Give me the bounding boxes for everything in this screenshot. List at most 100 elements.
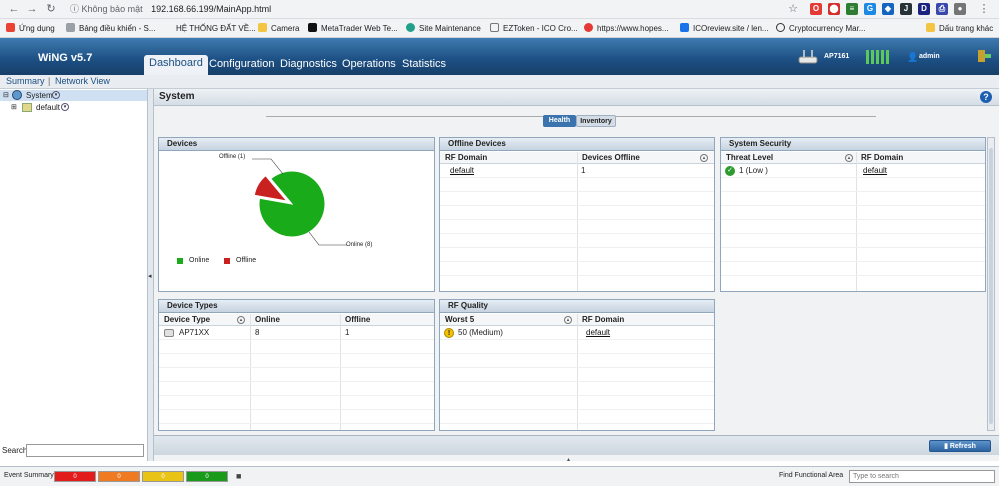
access-point-icon (164, 329, 174, 337)
bookmark-folder[interactable]: Camera (258, 22, 299, 35)
expand-up-icon[interactable]: ▴ (567, 456, 570, 463)
bookmark-item[interactable]: EZToken - ICO Cro... (490, 22, 578, 35)
event-count-critical[interactable]: 0 (54, 471, 96, 482)
column-header[interactable]: RF Domain (577, 314, 714, 326)
dropdown-icon[interactable]: ▾ (52, 91, 60, 99)
folder-icon (926, 23, 935, 32)
translate-icon[interactable]: G (864, 3, 876, 15)
signal-bars-icon (866, 50, 889, 64)
column-header[interactable]: RF Domain (856, 152, 985, 164)
bookmark-item[interactable]: Bảng điều khiển - S... (66, 22, 156, 35)
devices-panel: Devices Offline (1) Online (8) Online Of… (158, 137, 435, 292)
find-area-input[interactable] (849, 470, 995, 483)
extension-icon[interactable]: ≡ (846, 3, 858, 15)
sort-icon[interactable]: ▴ (845, 154, 853, 162)
table-cell-link[interactable]: default (450, 165, 474, 177)
help-icon[interactable]: ? (980, 91, 992, 103)
bookmark-item[interactable]: https://www.hopes... (584, 22, 669, 35)
device-name: AP7161 (824, 53, 850, 60)
more-icon[interactable]: ⋮ (978, 3, 990, 15)
table-row (159, 355, 434, 368)
panel-title: Offline Devices (440, 138, 714, 151)
bookmark-folder[interactable]: Dấu trang khác (926, 22, 993, 35)
bookmark-item[interactable]: MetaTrader Web Te... (308, 22, 398, 35)
collapse-arrow-icon[interactable]: ◂ (148, 272, 152, 280)
tab-network-view[interactable]: Network View (55, 75, 110, 88)
table-row (159, 383, 434, 396)
camera-icon[interactable]: ■ (236, 471, 241, 481)
scrollbar[interactable] (987, 137, 995, 431)
extension-icon[interactable]: ⬤ (828, 3, 840, 15)
sort-icon[interactable]: ▴ (700, 154, 708, 162)
star-icon[interactable]: ☆ (787, 3, 799, 15)
table-row[interactable]: ✓ 1 (Low ) default (721, 165, 985, 178)
extension-icon[interactable]: D (918, 3, 930, 15)
forward-icon[interactable]: → (26, 3, 38, 15)
extension-icon[interactable]: ⎙ (936, 3, 948, 15)
menu-statistics[interactable]: Statistics (397, 56, 451, 75)
event-count-error[interactable]: 0 (98, 471, 140, 482)
page-title: System (159, 91, 195, 102)
table-row (440, 207, 714, 220)
search-label: Search (2, 446, 28, 455)
tree-search-input[interactable] (26, 444, 144, 457)
table-row[interactable]: AP71XX 8 1 (159, 327, 434, 340)
logout-icon[interactable] (976, 48, 992, 64)
event-count-warning[interactable]: 0 (142, 471, 184, 482)
pie-label-online: Online (8) (346, 242, 373, 248)
profile-icon[interactable]: ● (954, 3, 966, 15)
sort-icon[interactable]: ▴ (564, 316, 572, 324)
scrollbar-thumb[interactable] (989, 148, 993, 424)
address-bar[interactable]: ⓘ Không bảo mật 192.168.66.199/MainApp.h… (70, 3, 271, 15)
pie-label-offline: Offline (1) (219, 154, 246, 160)
tab-summary[interactable]: Summary (6, 75, 45, 88)
access-point-icon (798, 50, 818, 64)
devices-pie-chart (252, 158, 347, 246)
user-icon: 👤 (907, 52, 919, 62)
table-row (159, 341, 434, 354)
column-header[interactable]: Worst 5 (440, 314, 577, 326)
menu-diagnostics[interactable]: Diagnostics (275, 56, 342, 75)
tree-item-system[interactable]: ⊟ System ▾ (0, 90, 147, 101)
site-icon (406, 23, 415, 32)
column-header[interactable]: Online (250, 314, 340, 326)
column-header[interactable]: Offline (340, 314, 434, 326)
tab-inventory[interactable]: Inventory (576, 115, 616, 127)
table-row (159, 369, 434, 382)
menu-operations[interactable]: Operations (337, 56, 401, 75)
bookmark-item[interactable]: Cryptocurrency Mar... (776, 22, 865, 35)
table-cell-link[interactable]: default (863, 165, 887, 177)
bookmark-item[interactable]: HỆ THỐNG ĐẤT VỀ... (176, 22, 256, 35)
find-area-label: Find Functional Area (779, 472, 844, 479)
extension-icon[interactable]: J (900, 3, 912, 15)
event-count-info[interactable]: 0 (186, 471, 228, 482)
reload-icon[interactable]: ↻ (45, 3, 57, 15)
table-cell-link[interactable]: default (586, 327, 610, 339)
bookmark-item[interactable]: ICOreview.site / len... (680, 22, 769, 35)
extension-icon[interactable]: ◆ (882, 3, 894, 15)
tab-health[interactable]: Health (543, 115, 576, 127)
table-cell: 1 (581, 166, 586, 175)
menu-dashboard[interactable]: Dashboard (144, 55, 208, 75)
dropdown-icon[interactable]: ▾ (61, 103, 69, 111)
sort-icon[interactable]: ▴ (237, 316, 245, 324)
tree-item-default[interactable]: ⊞ default ▾ (0, 102, 147, 113)
bookmark-item[interactable]: Site Maintenance (406, 22, 481, 35)
user-name[interactable]: admin (919, 53, 940, 60)
extension-icon[interactable]: O (810, 3, 822, 15)
table-row (721, 179, 985, 192)
column-header[interactable]: Threat Level (721, 152, 856, 164)
back-icon[interactable]: ← (8, 3, 20, 15)
browser-toolbar: ← → ↻ ⓘ Không bảo mật 192.168.66.199/Mai… (0, 0, 999, 19)
refresh-button[interactable]: ▮ Refresh (929, 440, 991, 452)
table-row (721, 193, 985, 206)
collapse-icon[interactable]: ⊟ (3, 91, 9, 99)
bookmark-apps[interactable]: Ứng dụng (6, 22, 55, 35)
menu-configuration[interactable]: Configuration (204, 56, 279, 75)
column-header[interactable]: RF Domain (440, 152, 577, 164)
expand-icon[interactable]: ⊞ (11, 103, 17, 111)
column-header[interactable]: Devices Offline (577, 152, 714, 164)
domain-icon (22, 103, 32, 112)
table-row[interactable]: default 1 (440, 165, 714, 178)
table-row[interactable]: ! 50 (Medium) default (440, 327, 714, 340)
